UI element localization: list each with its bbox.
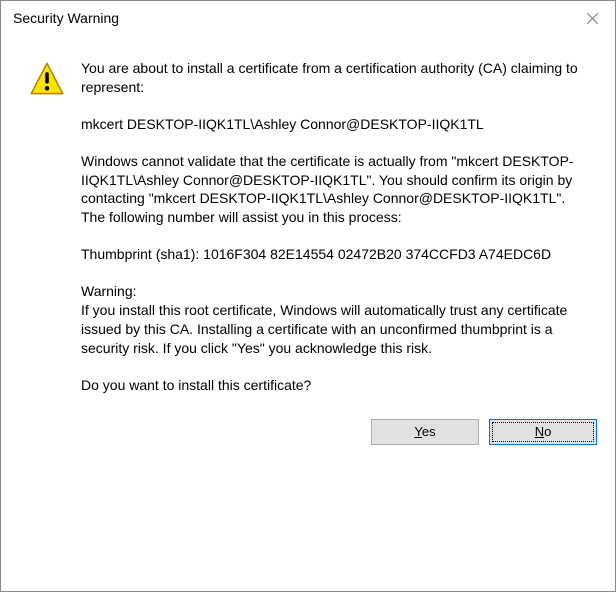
thumbprint-text: Thumbprint (sha1): 1016F304 82E14554 024… bbox=[81, 245, 587, 264]
button-row: Yes No bbox=[1, 405, 615, 463]
dialog-body: You are about to install a certificate f… bbox=[1, 35, 615, 405]
validation-text: Windows cannot validate that the certifi… bbox=[81, 152, 587, 228]
titlebar: Security Warning bbox=[1, 1, 615, 35]
no-button[interactable]: No bbox=[489, 419, 597, 445]
window-title: Security Warning bbox=[13, 10, 119, 26]
question-text: Do you want to install this certificate? bbox=[81, 376, 587, 395]
intro-text: You are about to install a certificate f… bbox=[81, 59, 587, 97]
yes-button[interactable]: Yes bbox=[371, 419, 479, 445]
close-button[interactable] bbox=[569, 1, 615, 35]
warning-text: If you install this root certificate, Wi… bbox=[81, 302, 567, 356]
close-icon bbox=[587, 13, 598, 24]
warning-block: Warning: If you install this root certif… bbox=[81, 282, 587, 358]
warning-label: Warning: bbox=[81, 283, 137, 299]
certificate-subject: mkcert DESKTOP-IIQK1TL\Ashley Connor@DES… bbox=[81, 115, 587, 134]
warning-icon bbox=[29, 61, 65, 97]
